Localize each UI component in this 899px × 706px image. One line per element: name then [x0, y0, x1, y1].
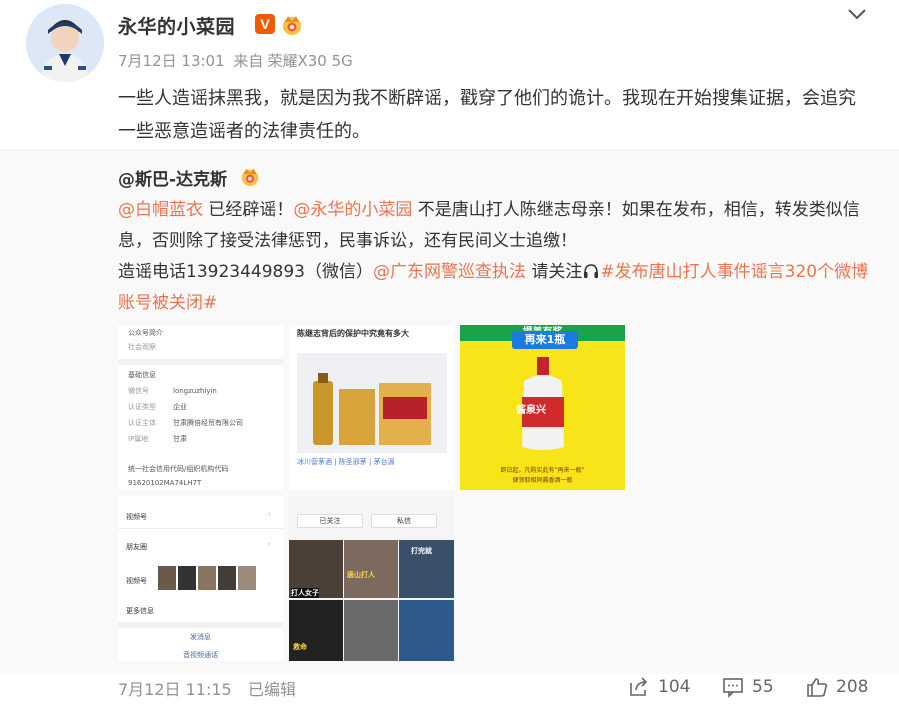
- thumb-text: 统一社会信用代码/组织机构代码: [128, 465, 229, 473]
- post-device: 荣耀X30 5G: [267, 52, 353, 70]
- thumb-text: 基础信息: [128, 371, 156, 379]
- thumbs-up-icon: [807, 678, 828, 697]
- thumb-text: 私信: [371, 514, 437, 528]
- thumb-text: 发消息: [190, 633, 211, 641]
- post-timestamp[interactable]: 7月12日 13:01: [118, 52, 225, 70]
- weibo-post: 永华的小菜园 V 7月12日 13:01 来自 荣耀X30 5G 一些人造谣抹黑我…: [0, 0, 899, 706]
- share-count: 104: [658, 677, 691, 697]
- post-username[interactable]: 永华的小菜园: [118, 12, 235, 39]
- avatar-image: [26, 4, 104, 82]
- like-count: 208: [836, 677, 869, 697]
- image-thumb-4[interactable]: 视频号 › 朋友圈 › 视频号 更多信息 发消息 音视频通话: [118, 496, 283, 661]
- thumb-text: 音视频通话: [183, 651, 218, 659]
- share-button[interactable]: 104: [628, 674, 690, 700]
- thumb-text: 社会观察: [128, 343, 156, 351]
- like-button[interactable]: 208: [806, 674, 868, 700]
- thumb-text: longzuzhiyin: [173, 387, 217, 395]
- repost-text: @白帽蓝衣 已经辟谣！@永华的小菜园 不是唐山打人陈继志母亲！如果在发布，相信，…: [118, 195, 878, 319]
- thumb-text: 91620102MA74LH7T: [128, 479, 202, 487]
- image-thumb-5[interactable]: 已关注 私信 打人女子 唐山打人 打完就 救命: [289, 496, 454, 661]
- thumb-text: 已关注: [297, 514, 363, 528]
- thumb-text: 酱泉兴: [516, 405, 546, 416]
- liquor-box-image: [313, 373, 431, 445]
- mention-link[interactable]: @白帽蓝衣: [118, 200, 203, 220]
- post-source-prefix: 来自: [233, 52, 264, 70]
- thumb-text: 甘肃腾倍经贸有限公司: [173, 419, 243, 427]
- crown-badge-icon: [283, 16, 301, 35]
- crown-badge-icon: [241, 168, 259, 187]
- image-thumb-3[interactable]: 揭盖有奖 再来1瓶 酱泉兴 即日起，凡购买此有“再来一瓶” 便领取相同酱香酒一瓶: [460, 325, 625, 490]
- comment-icon: [723, 678, 743, 698]
- share-icon: [630, 677, 648, 696]
- comment-button[interactable]: 55: [722, 674, 774, 700]
- post-meta: 7月12日 13:01 来自 荣耀X30 5G: [118, 50, 357, 71]
- image-thumb-1[interactable]: 公众号简介 社会观察 基础信息 微信号 longzuzhiyin 认证类型 企业…: [118, 325, 283, 490]
- chevron-down-icon[interactable]: [846, 6, 868, 22]
- post-text: 一些人造谣抹黑我，就是因为我不断辟谣，戳穿了他们的诡计。我现在开始搜集证据，会追…: [118, 88, 856, 142]
- thumb-text: 即日起，凡购买此有“再来一瓶”: [500, 467, 585, 474]
- thumb-text: 打完就: [411, 547, 432, 555]
- thumb-text: 唐山打人: [347, 571, 375, 579]
- post-footer: 7月12日 11:15 已编辑 104 55 208: [0, 674, 899, 706]
- thumb-text: 朋友圈: [126, 543, 147, 551]
- repost-text-part: 造谣电话13923449893（微信）: [118, 262, 373, 282]
- thumb-text: 再来1瓶: [512, 331, 578, 349]
- repost-text-part: 请关注: [525, 262, 583, 282]
- repost-text-part: 已经辟谣！: [203, 200, 294, 220]
- user-avatar[interactable]: [26, 4, 104, 82]
- image-thumb-2[interactable]: 陈继志背后的保护中究竟有多大 冰川营茅酒 | 陈圣邪茅 | 茅台源: [289, 325, 454, 490]
- thumb-text: 微信号: [128, 387, 149, 395]
- thumb-text: 认证主体: [128, 419, 156, 427]
- thumb-text: 陈继志背后的保护中究竟有多大: [297, 329, 409, 338]
- mention-link[interactable]: @广东网警巡查执法: [373, 262, 526, 282]
- thumb-text: 冰川营茅酒 | 陈圣邪茅 | 茅台源: [297, 458, 395, 466]
- thumb-text: 企业: [173, 403, 187, 411]
- mention-link[interactable]: @永华的小菜园: [293, 200, 412, 220]
- thumb-text: 甘肃: [173, 435, 187, 443]
- thumb-text: 救命: [293, 643, 307, 651]
- repost-timestamp[interactable]: 7月12日 11:15: [118, 676, 232, 700]
- repost-author[interactable]: @斯巴-达克斯: [118, 165, 227, 190]
- edited-label: 已编辑: [248, 680, 297, 699]
- thumb-text: 便领取相同酱香酒一瓶: [512, 477, 573, 484]
- thumb-text: 视频号: [126, 513, 147, 521]
- comment-count: 55: [752, 677, 774, 697]
- thumb-text: 视频号: [126, 577, 147, 585]
- thumb-text: 更多信息: [126, 607, 154, 615]
- thumb-text: 公众号简介: [128, 329, 163, 337]
- thumb-text: IP属地: [128, 435, 149, 443]
- repost-block: @斯巴-达克斯 @白帽蓝衣 已经辟谣！@永华的小菜园 不是唐山打人陈继志母亲！如…: [0, 150, 899, 674]
- thumb-text: 认证类型: [128, 403, 156, 411]
- headphone-emoji-icon: [582, 260, 600, 278]
- verified-badge-icon: V: [255, 14, 275, 34]
- thumb-text: 打人女子: [291, 588, 319, 598]
